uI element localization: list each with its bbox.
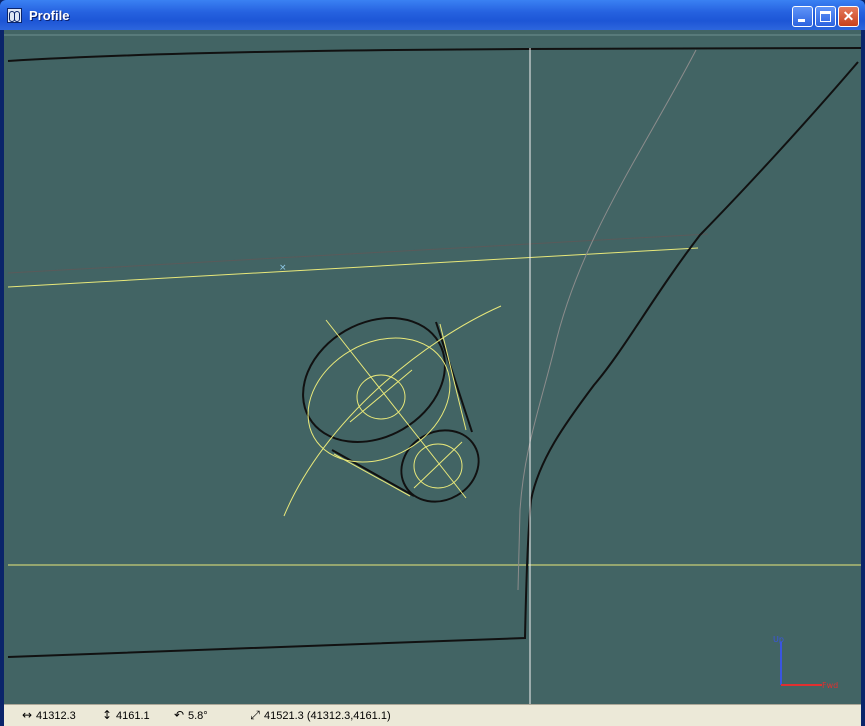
y-coordinate: ↕ 4161.1: [100, 708, 150, 722]
profile-window: Profile ✕ × Up Fwd ↔ 41312.3 ↕ 4161.1 ↶ …: [0, 0, 865, 726]
distance-value: 41521.3 (41312.3,4161.1): [264, 710, 391, 722]
large-end-guide-ellipse: [307, 337, 451, 463]
upper-profile-contour: [7, 47, 861, 62]
profile-drawing[interactable]: × Up Fwd: [4, 30, 861, 706]
minimize-icon: [798, 19, 805, 22]
profile-app-icon[interactable]: [7, 8, 22, 23]
origin-marker: ×: [279, 263, 287, 273]
profile-canvas[interactable]: × Up Fwd: [4, 30, 861, 706]
distance-readout: ⤢ 41521.3 (41312.3,4161.1): [248, 708, 391, 723]
cone-part[interactable]: [281, 293, 502, 517]
title-bar[interactable]: Profile ✕: [0, 0, 865, 30]
x-value: 41312.3: [36, 710, 76, 722]
horizontal-arrows-icon: ↔: [21, 708, 33, 722]
large-bore-cross: [349, 369, 413, 423]
hull-profile-contour: [7, 61, 859, 658]
x-coordinate: ↔ 41312.3: [20, 708, 76, 722]
angle-readout: ↶ 5.8°: [172, 708, 208, 722]
large-end-ellipse: [302, 317, 446, 443]
window-title: Profile: [29, 8, 70, 23]
axis-indicator: Up Fwd: [773, 635, 838, 690]
guide-curve: [517, 49, 697, 591]
rotate-icon: ↶: [173, 708, 185, 722]
close-icon: ✕: [842, 8, 855, 24]
angle-value: 5.8°: [188, 710, 208, 722]
vertical-arrows-icon: ↕: [101, 708, 113, 722]
y-value: 4161.1: [116, 710, 150, 722]
close-button[interactable]: ✕: [838, 6, 859, 27]
small-end-ellipse: [400, 429, 480, 503]
maximize-icon: [820, 11, 831, 22]
minimize-button[interactable]: [792, 6, 813, 27]
diagonal-arrow-icon: ⤢: [250, 708, 260, 722]
maximize-button[interactable]: [815, 6, 836, 27]
up-axis-label: Up: [773, 635, 784, 644]
status-bar: ↔ 41312.3 ↕ 4161.1 ↶ 5.8° ⤢ 41521.3 (41312.3…: [4, 704, 861, 726]
fwd-axis-label: Fwd: [822, 681, 838, 690]
